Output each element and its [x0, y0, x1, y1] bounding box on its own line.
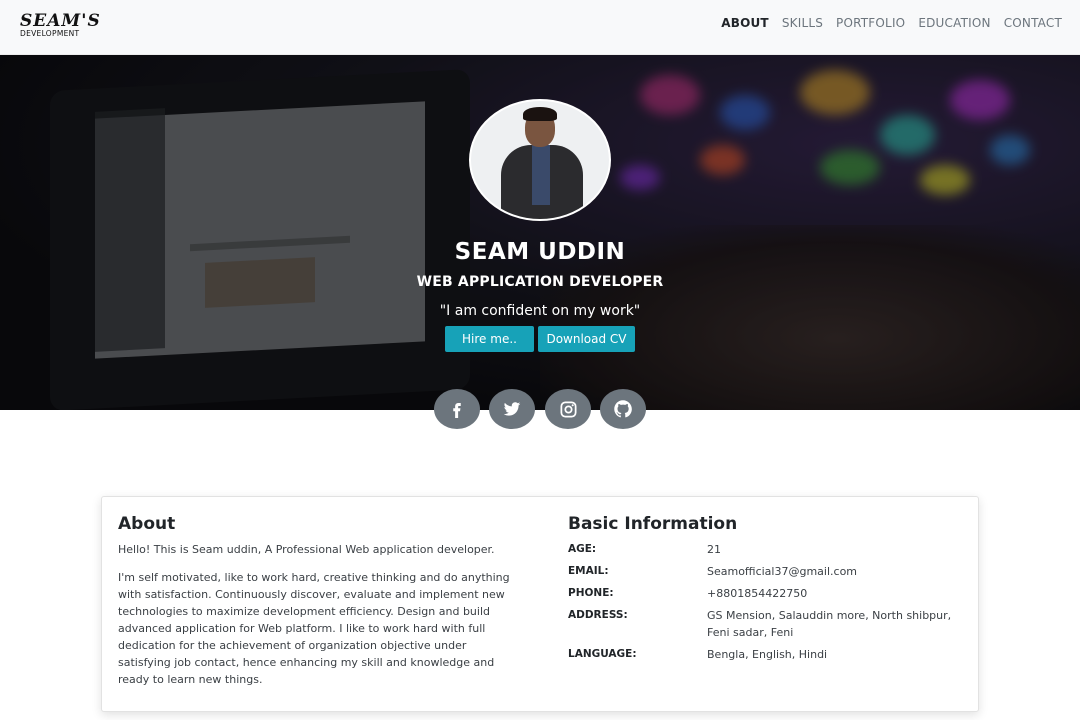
info-row-phone: PHONE: +8801854422750 — [568, 585, 968, 602]
twitter-icon — [503, 402, 521, 416]
info-key: LANGUAGE: — [568, 648, 637, 660]
basic-info-section: Basic Information AGE: 21 EMAIL: Seamoff… — [568, 514, 968, 668]
info-value: GS Mension, Salauddin more, North shibpu… — [707, 609, 952, 639]
profile-avatar — [469, 99, 611, 221]
info-row-address: ADDRESS: GS Mension, Salauddin more, Nor… — [568, 607, 968, 641]
instagram-icon — [560, 401, 576, 417]
info-value: 21 — [707, 543, 721, 556]
hero-section: SEAM UDDIN WEB APPLICATION DEVELOPER "I … — [0, 55, 1080, 410]
nav-skills[interactable]: SKILLS — [782, 16, 823, 30]
nav-portfolio[interactable]: PORTFOLIO — [836, 16, 905, 30]
about-body: I'm self motivated, like to work hard, c… — [118, 571, 510, 686]
facebook-button[interactable] — [434, 389, 480, 429]
brand-logo[interactable]: SEAM'S DEVELOPMENT — [20, 11, 101, 39]
info-value: +8801854422750 — [707, 587, 808, 600]
info-row-age: AGE: 21 — [568, 541, 968, 558]
info-key: ADDRESS: — [568, 609, 628, 621]
info-value: Seamofficial37@gmail.com — [707, 565, 858, 578]
main-nav: ABOUT SKILLS PORTFOLIO EDUCATION CONTACT — [708, 16, 1062, 30]
download-cv-button[interactable]: Download CV — [538, 326, 635, 352]
instagram-button[interactable] — [545, 389, 591, 429]
about-card: About Hello! This is Seam uddin, A Profe… — [101, 496, 979, 712]
hero-quote: "I am confident on my work" — [439, 303, 641, 319]
info-key: EMAIL: — [568, 565, 609, 577]
nav-about[interactable]: ABOUT — [721, 16, 769, 30]
info-key: PHONE: — [568, 587, 614, 599]
github-icon — [614, 400, 632, 418]
info-value: Bengla, English, Hindi — [707, 648, 828, 661]
hero-role: WEB APPLICATION DEVELOPER — [416, 274, 664, 290]
github-button[interactable] — [600, 389, 646, 429]
facebook-icon — [453, 403, 461, 418]
nav-contact[interactable]: CONTACT — [1004, 16, 1062, 30]
info-row-email: EMAIL: Seamofficial37@gmail.com — [568, 563, 968, 580]
about-intro: Hello! This is Seam uddin, A Professiona… — [118, 543, 495, 556]
hire-me-button[interactable]: Hire me.. — [445, 326, 534, 352]
twitter-button[interactable] — [489, 389, 535, 429]
hero-name: SEAM UDDIN — [454, 239, 626, 265]
about-section: About Hello! This is Seam uddin, A Profe… — [118, 514, 510, 688]
basic-info-heading: Basic Information — [568, 514, 738, 534]
info-row-language: LANGUAGE: Bengla, English, Hindi — [568, 646, 968, 663]
navbar: SEAM'S DEVELOPMENT ABOUT SKILLS PORTFOLI… — [0, 0, 1080, 55]
nav-education[interactable]: EDUCATION — [918, 16, 990, 30]
brand-title: SEAM'S — [20, 11, 101, 31]
about-heading: About — [118, 514, 176, 534]
info-key: AGE: — [568, 543, 597, 555]
